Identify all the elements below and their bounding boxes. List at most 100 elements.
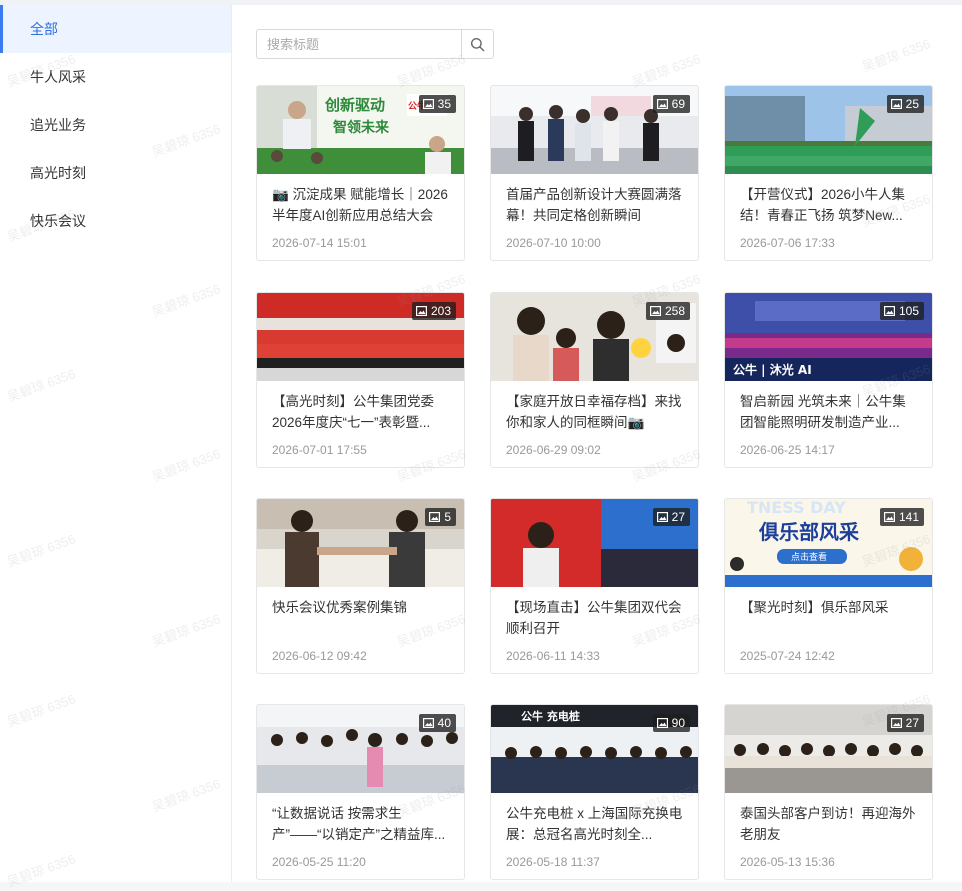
album-card[interactable]: TNESS DAY 俱乐部风采 点击查看 141 【聚光时刻】俱乐部风采 202… <box>724 498 933 674</box>
thumb-slogan-2: 智领未来 <box>332 119 390 136</box>
sidebar-item-label: 快乐会议 <box>30 213 86 229</box>
album-card[interactable]: 公牛 | 沐光 AI 105 智启新园 光筑未来｜公牛集团智能照明研发制造产业.… <box>724 292 933 468</box>
album-date: 2026-06-25 14:17 <box>740 443 835 457</box>
photo-count-badge: 203 <box>411 302 456 320</box>
photo-count-badge: 141 <box>879 508 924 526</box>
sidebar-item-label: 追光业务 <box>30 117 86 133</box>
image-icon <box>890 718 902 728</box>
sidebar-item-highlights[interactable]: 高光时刻 <box>0 149 231 197</box>
photo-count: 105 <box>898 304 919 318</box>
album-date: 2026-05-18 11:37 <box>506 855 600 869</box>
album-card[interactable]: 203 【高光时刻】公牛集团党委2026年度庆“七一”表彰暨... 2026-0… <box>256 292 465 468</box>
photo-count-badge: 105 <box>879 302 924 320</box>
photo-count: 5 <box>444 510 451 524</box>
album-thumbnail: 25 <box>725 86 932 174</box>
album-thumbnail: 公牛 创新驱动 智领未来 35 <box>257 86 464 174</box>
photo-count: 69 <box>671 97 685 111</box>
album-title: 公牛充电桩 x 上海国际充换电展：总冠名高光时刻全... <box>506 806 683 842</box>
photo-count-badge: 25 <box>886 95 924 113</box>
album-date: 2026-05-13 15:36 <box>740 855 835 869</box>
album-date: 2026-07-10 10:00 <box>506 236 601 250</box>
album-title: 【家庭开放日幸福存档】来找你和家人的同框瞬间📷 <box>506 394 682 430</box>
album-date: 2026-07-06 17:33 <box>740 236 835 250</box>
thumb-slogan: 俱乐部风采 <box>758 520 859 544</box>
photo-count: 27 <box>671 510 685 524</box>
album-date: 2026-06-29 09:02 <box>506 443 601 457</box>
album-card[interactable]: 公牛 创新驱动 智领未来 35 📷 沉淀成果 赋能增长｜2026半年度AI创新应… <box>256 85 465 261</box>
image-icon <box>649 306 661 316</box>
photo-count: 40 <box>437 716 451 730</box>
sidebar-item-label: 高光时刻 <box>30 165 86 181</box>
album-date: 2026-07-01 17:55 <box>272 443 367 457</box>
album-thumbnail: 203 <box>257 293 464 381</box>
photo-count: 258 <box>664 304 685 318</box>
search-input[interactable] <box>257 30 461 58</box>
photo-count-badge: 69 <box>652 95 690 113</box>
album-card[interactable]: 25 【开营仪式】2026小牛人集结！青春正飞扬 筑梦New... 2026-0… <box>724 85 933 261</box>
image-icon <box>422 718 434 728</box>
search-box <box>256 29 494 59</box>
album-title: 📷 沉淀成果 赋能增长｜2026半年度AI创新应用总结大会 <box>272 187 448 223</box>
album-card[interactable]: 27 泰国头部客户到访！再迎海外老朋友 2026-05-13 15:36 <box>724 704 933 880</box>
sidebar-item-label: 全部 <box>30 21 58 37</box>
photo-count: 27 <box>905 716 919 730</box>
thumb-slogan-1: 创新驱动 <box>324 96 385 114</box>
image-icon <box>656 512 668 522</box>
album-title: “让数据说话 按需求生产”——“以销定产”之精益库... <box>272 806 446 842</box>
album-thumbnail: 69 <box>491 86 698 174</box>
thumb-banner-text: 公牛 | 沐光 AI <box>733 362 812 377</box>
album-card[interactable]: 69 首届产品创新设计大赛圆满落幕！共同定格创新瞬间 2026-07-10 10… <box>490 85 699 261</box>
album-date: 2026-06-12 09:42 <box>272 649 367 663</box>
sidebar-item-all[interactable]: 全部 <box>0 5 231 53</box>
photo-count-badge: 258 <box>645 302 690 320</box>
image-icon <box>415 306 427 316</box>
image-icon <box>883 512 895 522</box>
thumb-banner-text: 公牛 充电桩 <box>521 709 580 723</box>
sidebar-item-business[interactable]: 追光业务 <box>0 101 231 149</box>
album-card[interactable]: 公牛 充电桩 90 公牛充电桩 x 上海国际充换电展：总冠名高光时刻全... 2… <box>490 704 699 880</box>
image-icon <box>656 99 668 109</box>
sidebar-item-talents[interactable]: 牛人风采 <box>0 53 231 101</box>
album-title: 【高光时刻】公牛集团党委2026年度庆“七一”表彰暨... <box>272 394 434 430</box>
album-card[interactable]: 27 【现场直击】公牛集团双代会顺利召开 2026-06-11 14:33 <box>490 498 699 674</box>
search-button[interactable] <box>461 30 493 58</box>
image-icon <box>883 306 895 316</box>
album-card[interactable]: 258 【家庭开放日幸福存档】来找你和家人的同框瞬间📷 2026-06-29 0… <box>490 292 699 468</box>
album-thumbnail: 公牛 充电桩 90 <box>491 705 698 793</box>
album-title: 【现场直击】公牛集团双代会顺利召开 <box>506 600 682 636</box>
sidebar-item-meetings[interactable]: 快乐会议 <box>0 197 231 245</box>
album-date: 2025-07-24 12:42 <box>740 649 835 663</box>
image-icon <box>890 99 902 109</box>
thumb-button-text: 点击查看 <box>791 551 827 563</box>
search-icon <box>470 37 485 51</box>
photo-count-badge: 5 <box>425 508 456 526</box>
album-title: 泰国头部客户到访！再迎海外老朋友 <box>740 806 916 842</box>
sidebar-item-label: 牛人风采 <box>30 69 86 85</box>
photo-count-badge: 35 <box>418 95 456 113</box>
album-thumbnail: 40 <box>257 705 464 793</box>
photo-count-badge: 40 <box>418 714 456 732</box>
album-thumbnail: 5 <box>257 499 464 587</box>
photo-count: 25 <box>905 97 919 111</box>
album-title: 首届产品创新设计大赛圆满落幕！共同定格创新瞬间 <box>506 187 682 223</box>
album-card[interactable]: 40 “让数据说话 按需求生产”——“以销定产”之精益库... 2026-05-… <box>256 704 465 880</box>
album-title: 快乐会议优秀案例集锦 <box>272 600 407 615</box>
photo-count: 35 <box>437 97 451 111</box>
thumb-banner-text: TNESS DAY <box>747 499 846 517</box>
photo-count-badge: 27 <box>886 714 924 732</box>
sidebar: 全部 牛人风采 追光业务 高光时刻 快乐会议 <box>0 5 232 882</box>
photo-count: 203 <box>430 304 451 318</box>
image-icon <box>422 99 434 109</box>
main-content: 公牛 创新驱动 智领未来 35 📷 沉淀成果 赋能增长｜2026半年度AI创新应… <box>232 5 962 882</box>
album-thumbnail: 258 <box>491 293 698 381</box>
album-card[interactable]: 5 快乐会议优秀案例集锦 2026-06-12 09:42 <box>256 498 465 674</box>
album-thumbnail: 27 <box>491 499 698 587</box>
album-thumbnail: 27 <box>725 705 932 793</box>
photo-count: 90 <box>671 716 685 730</box>
album-title: 智启新园 光筑未来｜公牛集团智能照明研发制造产业... <box>740 394 906 430</box>
image-icon <box>656 718 668 728</box>
album-thumbnail: 公牛 | 沐光 AI 105 <box>725 293 932 381</box>
photo-count: 141 <box>898 510 919 524</box>
album-date: 2026-06-11 14:33 <box>506 649 600 663</box>
album-date: 2026-07-14 15:01 <box>272 236 367 250</box>
